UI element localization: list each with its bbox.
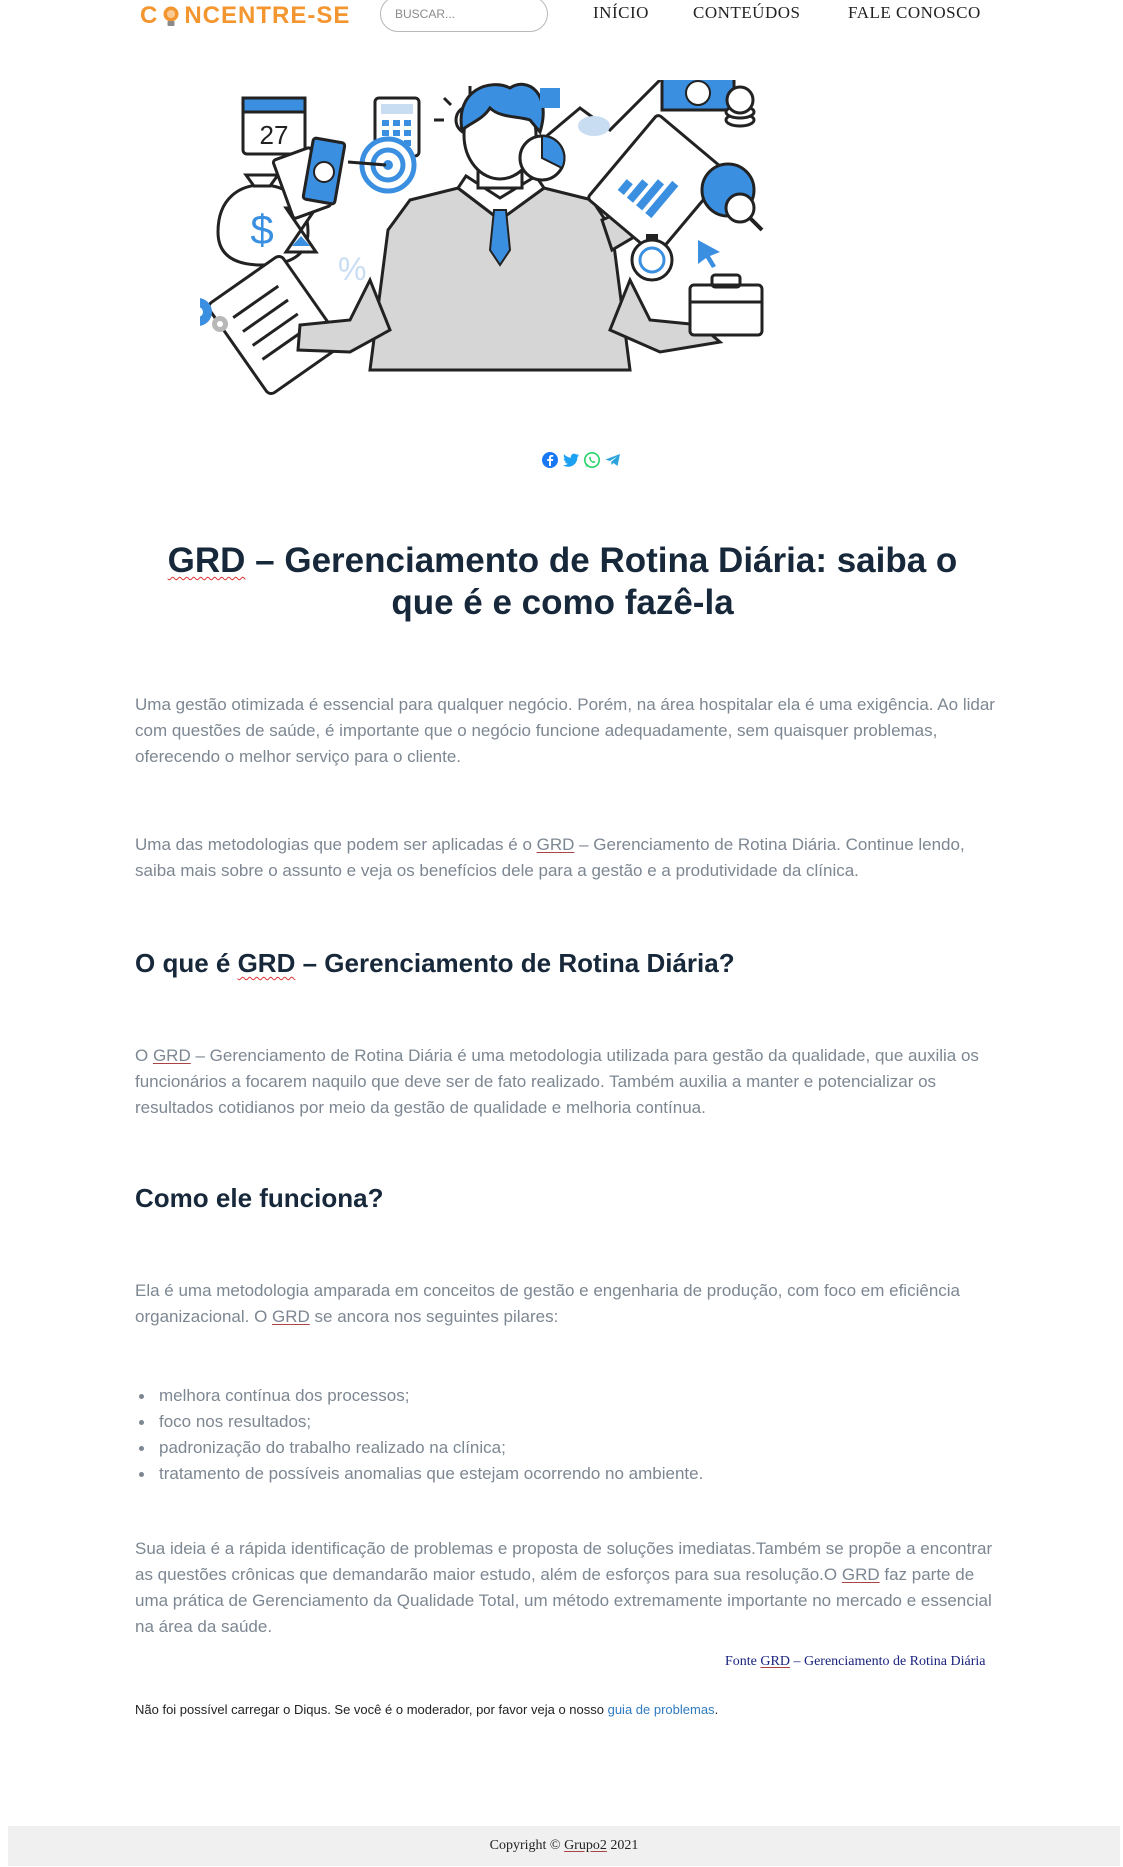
section-heading-how: Como ele funciona? <box>135 1183 384 1213</box>
puzzle-icon <box>540 88 560 108</box>
definition-text-start: O <box>135 1046 153 1065</box>
nav-fale-conosco[interactable]: FALE CONOSCO <box>848 3 981 23</box>
heading-what-end: – Gerenciamento de Rotina Diária? <box>295 948 735 978</box>
nav-inicio[interactable]: INÍCIO <box>593 3 649 23</box>
grd-link[interactable]: GRD <box>153 1046 191 1065</box>
list-item: foco nos resultados; <box>138 1409 703 1435</box>
cursor-icon <box>698 240 720 268</box>
title-text: – Gerenciamento de Rotina Diária: saiba … <box>245 541 958 622</box>
copyright-text: Copyright © <box>489 1838 565 1853</box>
list-item: padronização do trabalho realizado na cl… <box>138 1435 703 1461</box>
company-link[interactable]: Grupo2 <box>564 1838 607 1853</box>
whatsapp-icon[interactable] <box>583 451 601 469</box>
list-item: melhora contínua dos processos; <box>138 1383 703 1409</box>
svg-text:27: 27 <box>260 120 289 150</box>
section-heading-what: O que é GRD – Gerenciamento de Rotina Di… <box>135 948 735 979</box>
conclusion-paragraph: Sua ideia é a rápida identificação de pr… <box>135 1536 995 1640</box>
grd-link[interactable]: GRD <box>537 835 575 854</box>
source-credit: Fonte GRD – Gerenciamento de Rotina Diár… <box>725 1654 986 1670</box>
disqus-message-text: Não foi possível carregar o Diqus. Se vo… <box>135 1702 608 1717</box>
intro-paragraph: Uma gestão otimizada é essencial para qu… <box>135 695 995 766</box>
share-bar <box>541 451 622 469</box>
nav-conteudos[interactable]: CONTEÚDOS <box>693 3 800 23</box>
telegram-icon[interactable] <box>604 451 622 469</box>
copyright-year: 2021 <box>606 1838 639 1853</box>
calendar-icon: 27 <box>241 96 307 156</box>
how-paragraph: Ela é uma metodologia amparada em concei… <box>135 1278 995 1330</box>
cloud-icon <box>578 116 610 136</box>
logo-letter-c: C <box>140 2 159 29</box>
target-icon <box>347 136 417 194</box>
svg-text:$: $ <box>250 206 273 253</box>
pie-chart-icon <box>518 134 566 182</box>
site-header: C NCENTRE-SE INÍCIO CONTEÚDOS FALE CONOS… <box>0 0 1123 40</box>
hero-illustration: 27 $ % <box>200 80 764 396</box>
heading-what-abbr: GRD <box>237 948 296 978</box>
source-title: – Gerenciamento de Rotina Diária <box>789 1654 986 1669</box>
facebook-icon[interactable] <box>541 451 559 469</box>
grd-link[interactable]: GRD <box>842 1565 880 1584</box>
list-item: tratamento de possíveis anomalias que es… <box>138 1461 703 1487</box>
logo-text: NCENTRE-SE <box>184 2 351 29</box>
definition-text-end: – Gerenciamento de Rotina Diária é uma m… <box>135 1046 979 1117</box>
site-footer: Copyright © Grupo2 2021 <box>8 1826 1120 1866</box>
lightbulb-icon <box>163 6 179 26</box>
site-logo[interactable]: C NCENTRE-SE <box>140 2 350 30</box>
article-title: GRD – Gerenciamento de Rotina Diária: sa… <box>150 540 975 624</box>
banknote-icon <box>660 80 756 128</box>
grd-link[interactable]: GRD <box>272 1307 310 1326</box>
methodology-text-start: Uma das metodologias que podem ser aplic… <box>135 835 537 854</box>
definition-paragraph: O GRD – Gerenciamento de Rotina Diária é… <box>135 1043 995 1121</box>
source-label: Fonte <box>725 1654 761 1669</box>
pillars-list: melhora contínua dos processos; foco nos… <box>135 1383 703 1487</box>
briefcase-icon <box>688 273 764 337</box>
svg-text:%: % <box>338 251 366 287</box>
source-abbr[interactable]: GRD <box>760 1654 790 1669</box>
heading-what-start: O que é <box>135 948 238 978</box>
twitter-icon[interactable] <box>562 451 580 469</box>
methodology-paragraph: Uma das metodologias que podem ser aplic… <box>135 832 995 884</box>
disqus-error-message: Não foi possível carregar o Diqus. Se vo… <box>135 1702 718 1717</box>
globe-search-icon <box>700 162 764 232</box>
title-abbr: GRD <box>167 541 246 580</box>
disqus-message-end: . <box>714 1702 719 1717</box>
troubleshooting-link[interactable]: guia de problemas <box>608 1702 715 1717</box>
search-input[interactable] <box>380 0 548 32</box>
how-text-end: se ancora nos seguintes pilares: <box>309 1307 559 1326</box>
